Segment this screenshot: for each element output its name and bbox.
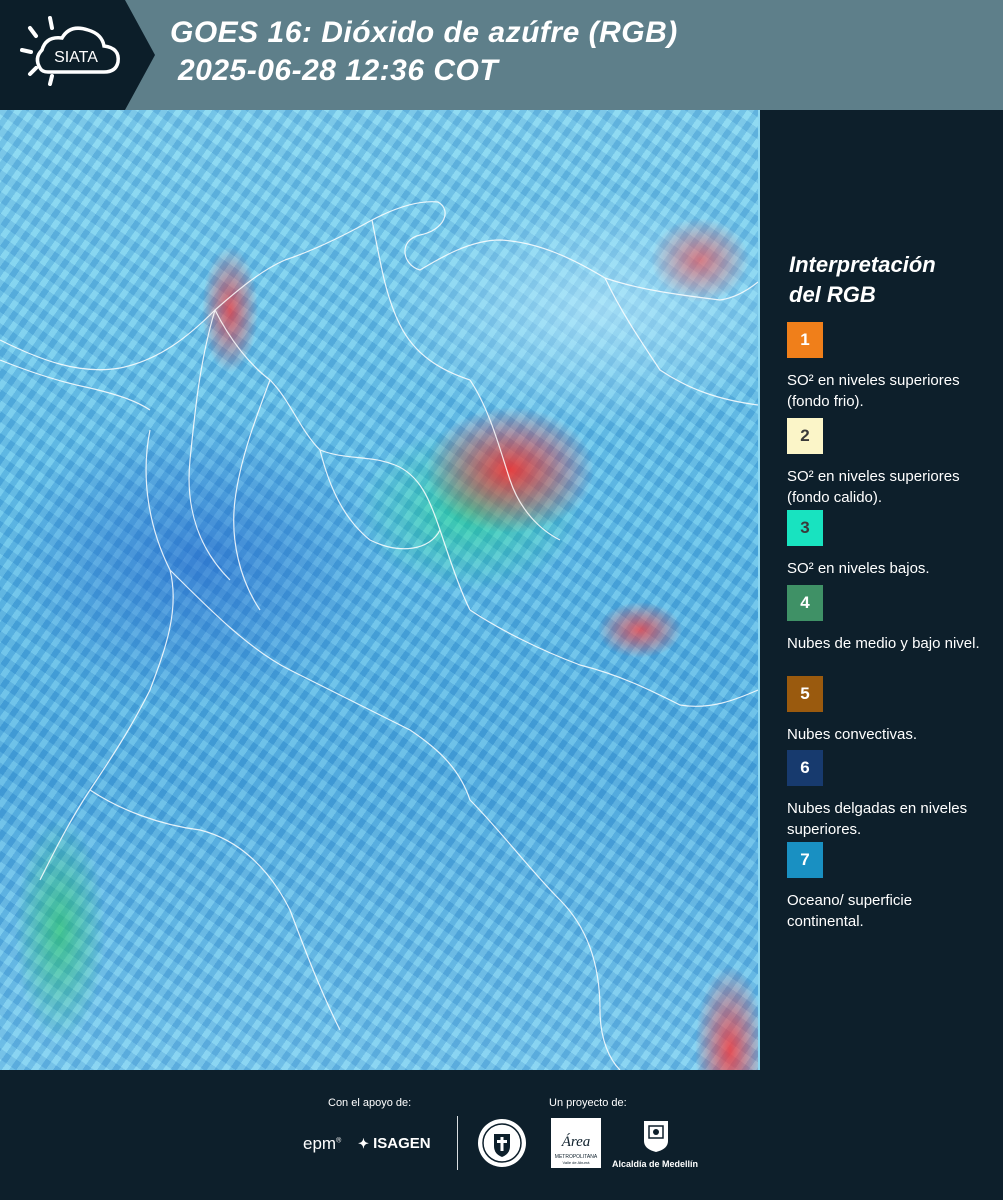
- legend-number-2: 2: [800, 426, 810, 445]
- page-title: GOES 16: Dióxido de azúfre (RGB) 2025-06…: [170, 14, 678, 90]
- legend-text-7: Oceano/ superficie continental.: [787, 892, 913, 930]
- area-logo-text: Área: [561, 1133, 591, 1150]
- legend-item-4: 4 Nubes de medio y bajo nivel.: [787, 585, 992, 654]
- legend-number-4: 4: [800, 593, 810, 612]
- legend-number-1: 1: [800, 330, 810, 349]
- legend-text-1: SO² en niveles superiores (fondo frio).: [787, 372, 960, 410]
- siata-logo: SIATA: [0, 0, 155, 110]
- legend-text-6: Nubes delgadas en niveles superiores.: [787, 800, 968, 838]
- isagen-logo: ✦ ISAGEN: [358, 1135, 431, 1152]
- legend-swatch-3: 3: [787, 510, 823, 546]
- legend-item-7: 7 Oceano/ superficie continental.: [787, 842, 992, 932]
- project-caption: Un proyecto de:: [549, 1097, 627, 1109]
- legend-text-4: Nubes de medio y bajo nivel.: [787, 635, 980, 652]
- footer-divider: [457, 1116, 458, 1170]
- medellin-seal: [477, 1118, 527, 1173]
- legend-swatch-2: 2: [787, 418, 823, 454]
- epm-logo: epm®: [303, 1134, 342, 1153]
- title-line-2: 2025-06-28 12:36 COT: [178, 54, 499, 87]
- logo-text: SIATA: [54, 49, 98, 66]
- legend-swatch-6: 6: [787, 750, 823, 786]
- legend-text-5: Nubes convectivas.: [787, 726, 918, 743]
- legend-number-6: 6: [800, 758, 810, 777]
- legend-item-5: 5 Nubes convectivas.: [787, 676, 992, 745]
- legend-number-5: 5: [800, 684, 810, 703]
- map-edge: [758, 110, 760, 1070]
- area-metropolitana-logo: Área METROPOLITANA Valle de Aburrá: [551, 1118, 601, 1173]
- satellite-map: [0, 110, 758, 1070]
- support-caption: Con el apoyo de:: [328, 1097, 412, 1109]
- legend-swatch-7: 7: [787, 842, 823, 878]
- legend-text-2: SO² en niveles superiores (fondo calido)…: [787, 468, 960, 506]
- legend-swatch-1: 1: [787, 322, 823, 358]
- alcaldia-crest-icon: [642, 1119, 670, 1158]
- legend-number-7: 7: [800, 850, 810, 869]
- map-borders: [0, 201, 758, 1070]
- legend-item-3: 3 SO² en niveles bajos.: [787, 510, 992, 579]
- alcaldia-label: Alcaldía de Medellín: [612, 1159, 699, 1169]
- legend-text-3: SO² en niveles bajos.: [787, 560, 930, 577]
- legend-swatch-4: 4: [787, 585, 823, 621]
- area-logo-subtext-2: Valle de Aburrá: [562, 1160, 590, 1165]
- legend-title-line-2: del RGB: [789, 282, 876, 307]
- title-line-1: GOES 16: Dióxido de azúfre (RGB): [170, 16, 678, 49]
- legend-item-2: 2 SO² en niveles superiores (fondo calid…: [787, 418, 992, 508]
- legend-title: Interpretación del RGB: [789, 250, 989, 310]
- isagen-mark-icon: ✦: [358, 1136, 369, 1151]
- legend-item-6: 6 Nubes delgadas en niveles superiores.: [787, 750, 992, 840]
- legend-number-3: 3: [800, 518, 810, 537]
- isagen-logo-text: ISAGEN: [373, 1135, 431, 1152]
- legend-item-1: 1 SO² en niveles superiores (fondo frio)…: [787, 322, 992, 412]
- header-bar: SIATA GOES 16: Dióxido de azúfre (RGB) 2…: [0, 0, 1003, 110]
- epm-logo-text: epm: [303, 1134, 337, 1153]
- legend-swatch-5: 5: [787, 676, 823, 712]
- legend-title-line-1: Interpretación: [789, 252, 936, 277]
